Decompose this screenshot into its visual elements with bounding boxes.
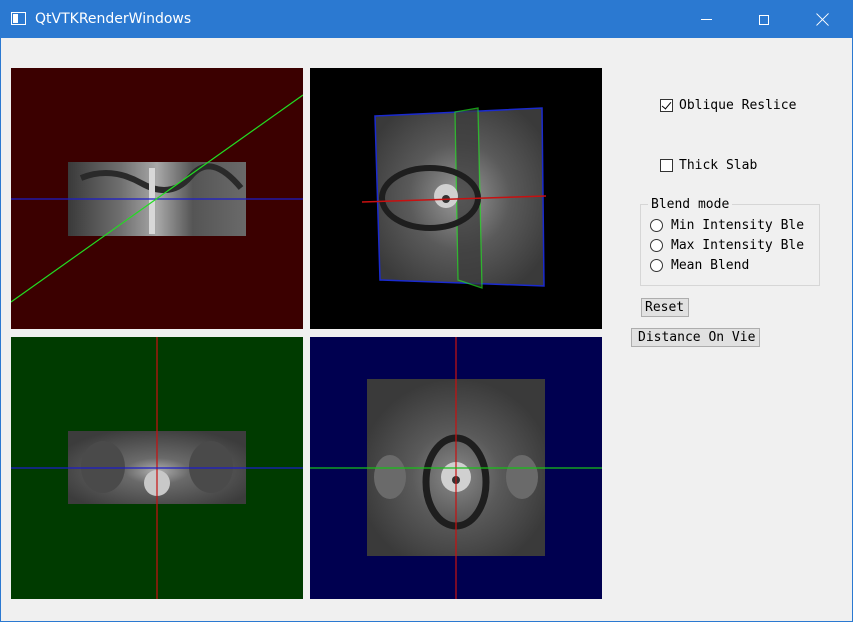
max-intensity-label: Max Intensity Ble — [671, 238, 805, 253]
coronal-render — [11, 337, 303, 599]
radio-unchecked-icon[interactable] — [650, 239, 663, 252]
radio-unchecked-icon[interactable] — [650, 219, 663, 232]
coronal-view[interactable] — [11, 337, 303, 599]
maximize-button[interactable] — [741, 1, 787, 38]
reset-button[interactable]: Reset — [641, 298, 689, 317]
min-intensity-radio[interactable]: Min Intensity Ble — [650, 218, 812, 233]
sagittal-render — [11, 94, 303, 303]
oblique-reslice-checkbox[interactable]: Oblique Reslice — [660, 98, 796, 113]
mean-blend-label: Mean Blend — [671, 258, 750, 273]
axial-render — [310, 337, 602, 599]
thick-slab-label: Thick Slab — [679, 158, 758, 173]
thick-slab-checkbox[interactable]: Thick Slab — [660, 158, 757, 173]
window-title: QtVTKRenderWindows — [35, 11, 192, 27]
max-intensity-radio[interactable]: Max Intensity Ble — [650, 238, 812, 253]
minimize-button[interactable] — [683, 1, 729, 38]
app-window-icon — [11, 12, 26, 25]
title-bar[interactable]: QtVTKRenderWindows — [1, 1, 852, 38]
min-intensity-label: Min Intensity Ble — [671, 218, 805, 233]
checkbox-unchecked-icon[interactable] — [660, 159, 673, 172]
distance-on-view-button[interactable]: Distance On Vie — [631, 328, 760, 347]
oblique-3d-render — [361, 107, 547, 289]
minimize-icon — [700, 19, 712, 20]
close-icon — [816, 13, 829, 26]
oblique-reslice-label: Oblique Reslice — [679, 98, 797, 113]
checkbox-checked-icon[interactable] — [660, 99, 673, 112]
mean-blend-radio[interactable]: Mean Blend — [650, 258, 812, 273]
blend-mode-title: Blend mode — [648, 197, 733, 212]
axial-view[interactable] — [310, 337, 602, 599]
oblique-3d-view[interactable] — [310, 68, 602, 329]
close-button[interactable] — [799, 1, 845, 38]
sagittal-view[interactable] — [11, 68, 303, 329]
radio-unchecked-icon[interactable] — [650, 259, 663, 272]
maximize-icon — [759, 14, 769, 25]
